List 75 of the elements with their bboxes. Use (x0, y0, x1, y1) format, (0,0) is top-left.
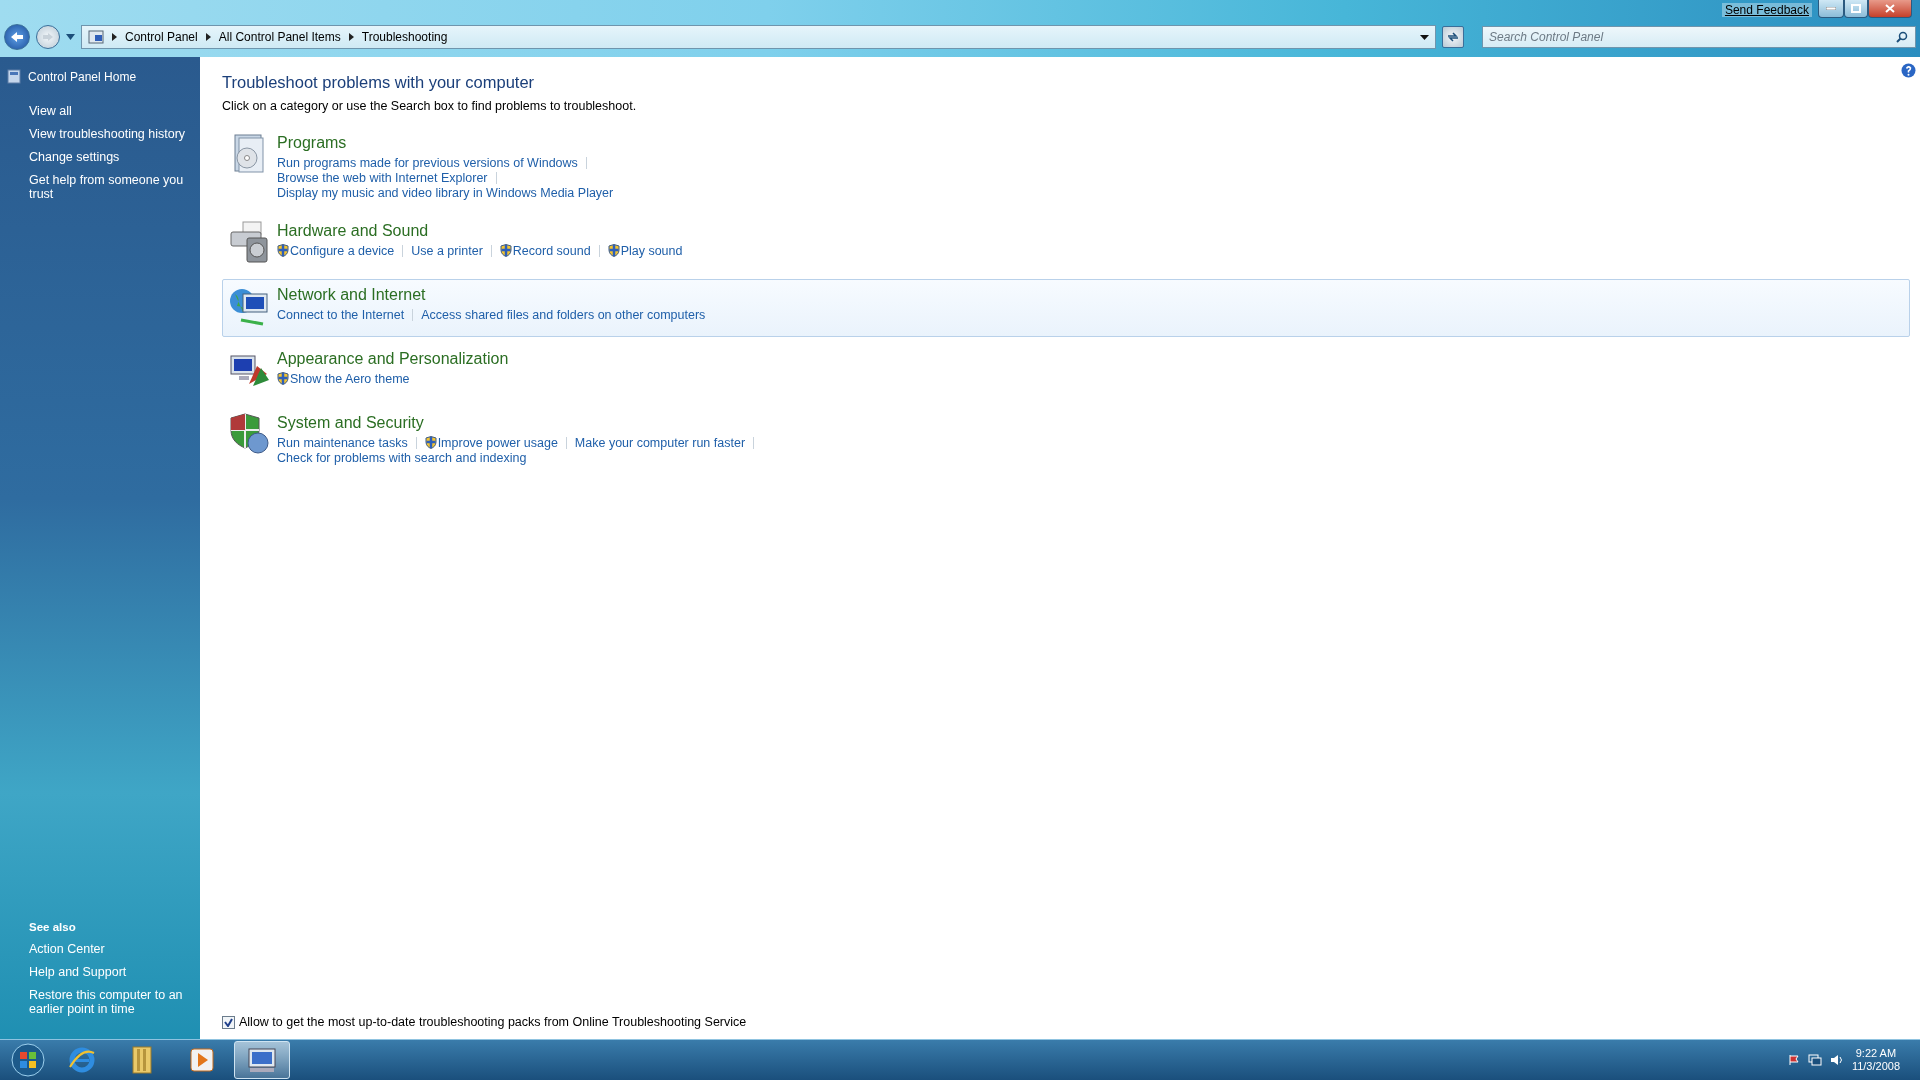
breadcrumb[interactable]: Troubleshooting (361, 30, 448, 44)
start-orb-icon (11, 1043, 45, 1077)
forward-button[interactable] (36, 25, 60, 49)
close-icon (1885, 4, 1895, 13)
sidebar-link[interactable]: Get help from someone you trust (0, 173, 200, 201)
caret-icon (112, 33, 117, 41)
troubleshooter-link[interactable]: Use a printer (411, 243, 483, 258)
control-panel-icon (246, 1046, 278, 1074)
troubleshooter-link[interactable]: Browse the web with Internet Explorer (277, 170, 488, 185)
control-panel-home-link[interactable]: Control Panel Home (0, 69, 200, 84)
maximize-icon (1851, 4, 1861, 13)
sidebar-link[interactable]: Change settings (0, 150, 200, 164)
help-icon[interactable] (1901, 63, 1916, 78)
printer-speaker-icon (227, 220, 271, 264)
shield-icon (227, 412, 271, 456)
minimize-icon (1826, 7, 1836, 10)
troubleshooter-link[interactable]: Run programs made for previous versions of Windows (277, 155, 578, 170)
refresh-button[interactable] (1442, 26, 1464, 48)
caret-icon (205, 33, 211, 41)
troubleshooter-link[interactable]: Play sound (607, 243, 683, 258)
clock[interactable]: 9:22 AM 11/3/2008 (1851, 1047, 1900, 1073)
close-button[interactable] (1868, 0, 1912, 18)
troubleshooter-link[interactable]: Run maintenance tasks (277, 435, 408, 450)
taskbar-button[interactable] (234, 1041, 290, 1079)
refresh-icon (1446, 31, 1460, 43)
forward-arrow-icon (42, 32, 54, 42)
minimize-button[interactable] (1818, 0, 1844, 18)
checkbox[interactable] (222, 1015, 235, 1029)
troubleshooter-link[interactable]: Make your computer run faster (574, 435, 746, 450)
troubleshooter-link[interactable]: Record sound (499, 243, 591, 258)
dropdown-icon[interactable] (1420, 34, 1429, 40)
back-button[interactable] (4, 24, 30, 50)
troubleshooter-link[interactable]: Display my music and video library in Windows Media Player (277, 185, 614, 200)
category-panel[interactable]: Network and Internet Connect to the Internet Access shared files and folders on other computers (222, 279, 1910, 337)
category-title[interactable]: Appearance and Personalization (277, 350, 509, 368)
category-title[interactable]: Programs (277, 134, 631, 152)
see-also-link[interactable]: Help and Support (0, 965, 200, 979)
shield-icon (607, 244, 620, 257)
breadcrumb[interactable]: Control Panel (125, 30, 198, 44)
breadcrumb[interactable]: All Control Panel Items (218, 30, 341, 44)
send-feedback-link[interactable]: Send Feedback (1721, 3, 1812, 17)
control-panel-icon (7, 69, 21, 84)
troubleshooter-link[interactable]: Access shared files and folders on other computers (421, 307, 706, 322)
media-player-icon (189, 1047, 215, 1073)
shield-icon (499, 244, 512, 257)
troubleshooter-link[interactable]: Connect to the Internet (277, 307, 405, 322)
folder-icon (130, 1045, 154, 1075)
back-arrow-icon (10, 31, 24, 43)
category-title[interactable]: System and Security (277, 414, 763, 432)
shield-icon (424, 436, 437, 449)
checkbox-label: Allow to get the most up-to-date troubleshooting packs from Online Troubleshooting Service (239, 1015, 747, 1029)
address-bar[interactable]: Control Panel All Control Panel Items Troubleshooting (81, 25, 1436, 49)
see-also-heading: See also (28, 921, 77, 933)
maximize-button[interactable] (1844, 0, 1868, 18)
see-also-link[interactable]: Restore this computer to an earlier point in time (0, 988, 200, 1016)
category-title[interactable]: Network and Internet (277, 286, 723, 304)
control-panel-icon (88, 30, 104, 44)
sidebar-link[interactable]: View troubleshooting history (0, 127, 200, 141)
search-icon (1896, 31, 1908, 43)
flag-icon[interactable] (1787, 1054, 1800, 1066)
search-field[interactable]: Search Control Panel (1482, 26, 1916, 48)
shield-icon (277, 244, 289, 257)
speaker-icon[interactable] (1829, 1054, 1844, 1066)
page-heading: Troubleshoot problems with your computer (222, 73, 536, 92)
browser-e-icon (67, 1045, 97, 1075)
caret-icon (348, 33, 354, 41)
category-title[interactable]: Hardware and Sound (277, 222, 700, 240)
troubleshooter-link[interactable]: Improve power usage (424, 435, 558, 450)
network-icon[interactable] (1807, 1054, 1822, 1066)
shield-icon (277, 372, 289, 385)
troubleshooter-link[interactable]: Configure a device (277, 243, 395, 258)
instructions-text: Click on a category or use the Search box to find problems to troubleshoot. (222, 99, 638, 113)
troubleshooter-link[interactable]: Show the Aero theme (277, 371, 410, 386)
sidebar-link[interactable]: View all (0, 104, 200, 118)
troubleshooter-link[interactable]: Check for problems with search and indexing (277, 450, 527, 465)
